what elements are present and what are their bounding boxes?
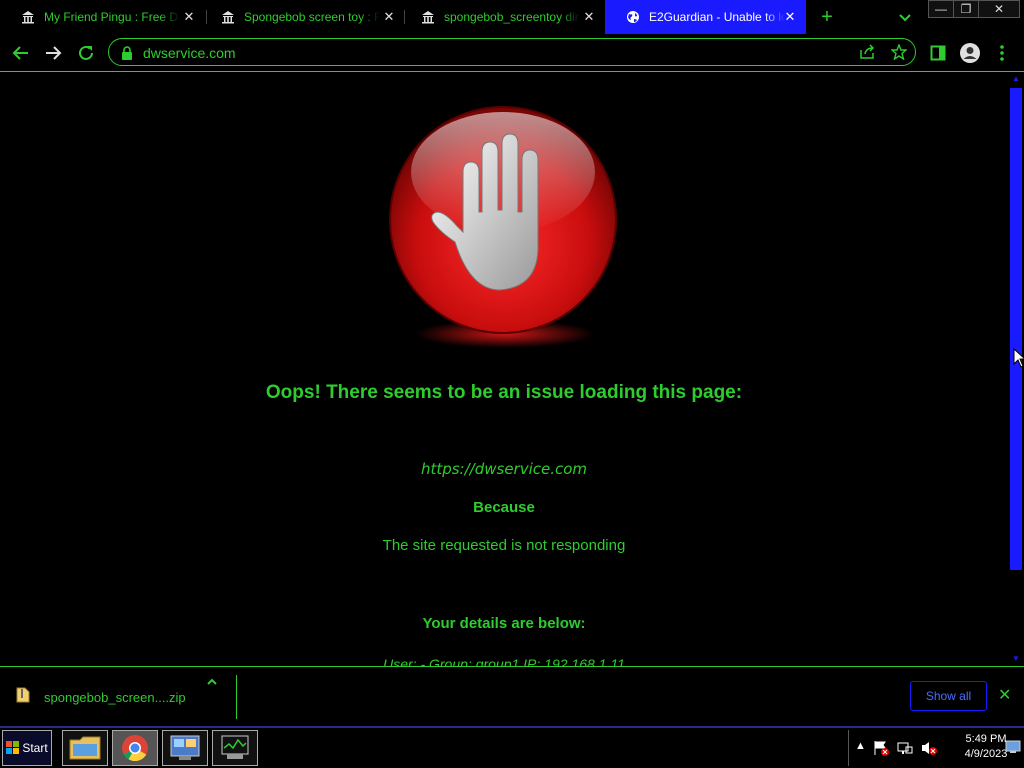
address-bar[interactable]: dwservice.com: [108, 38, 916, 66]
show-all-button[interactable]: Show all: [910, 681, 987, 711]
tab-e2guardian[interactable]: E2Guardian - Unable to lo ✕: [605, 0, 806, 34]
browser-window: My Friend Pingu : Free Do ✕ Spongebob sc…: [0, 0, 1024, 726]
restore-button[interactable]: ❐: [953, 0, 979, 18]
windows-logo-icon: [6, 741, 20, 754]
tab-spongebob-screentoy-dir[interactable]: spongebob_screentoy dir ✕: [400, 0, 605, 34]
system-tray: ▲ 5:49 PM 4/9/2023: [848, 730, 1024, 766]
tab-close-icon[interactable]: ✕: [581, 9, 597, 25]
chrome-taskbar-button[interactable]: [112, 730, 158, 766]
start-label: Start: [22, 741, 48, 755]
taskbar: Start ▲ 5:49 PM 4/9/2023: [0, 726, 1024, 768]
task-manager-icon: [221, 735, 249, 759]
tab-my-friend-pingu[interactable]: My Friend Pingu : Free Do ✕: [0, 0, 205, 34]
tab-title: spongebob_screentoy dir: [444, 10, 579, 24]
side-panel-icon[interactable]: [927, 42, 949, 64]
reload-icon[interactable]: [75, 42, 97, 64]
download-separator: [236, 675, 237, 719]
download-shelf: spongebob_screen....zip Show all ✕: [0, 666, 1024, 726]
action-center-flag-icon[interactable]: [873, 740, 889, 756]
vertical-scrollbar[interactable]: ▲ ▼: [1008, 72, 1024, 666]
control-panel-taskbar-button[interactable]: [162, 730, 208, 766]
forward-arrow-icon[interactable]: [42, 42, 64, 64]
share-icon[interactable]: [859, 44, 875, 65]
chrome-icon: [122, 735, 148, 762]
show-hidden-icons-icon[interactable]: ▲: [855, 740, 871, 756]
archive-icon: [220, 9, 236, 25]
back-arrow-icon[interactable]: [10, 42, 32, 64]
browser-toolbar: dwservice.com: [0, 34, 1024, 72]
close-window-button[interactable]: ✕: [978, 0, 1020, 18]
show-desktop-icon[interactable]: [1005, 740, 1021, 756]
task-manager-taskbar-button[interactable]: [212, 730, 258, 766]
tab-title: E2Guardian - Unable to lo: [649, 10, 785, 24]
tab-spongebob-screen-toy[interactable]: Spongebob screen toy : F ✕: [200, 0, 405, 34]
profile-avatar-icon[interactable]: [959, 42, 981, 64]
tab-close-icon[interactable]: ✕: [782, 9, 798, 25]
start-button[interactable]: Start: [2, 730, 52, 766]
user-details: User: - Group: group1 IP: 192.168.1.11: [383, 656, 625, 666]
because-label: Because: [473, 499, 535, 516]
download-item[interactable]: spongebob_screen....zip: [16, 681, 236, 713]
folder-icon: [69, 736, 101, 760]
minimize-button[interactable]: —: [928, 0, 954, 18]
stop-hand-icon: [385, 102, 625, 352]
tab-title: Spongebob screen toy : F: [244, 10, 380, 24]
scroll-down-arrow-icon[interactable]: ▼: [1012, 654, 1020, 663]
new-tab-button[interactable]: +: [816, 6, 838, 28]
menu-kebab-icon[interactable]: [991, 42, 1013, 64]
address-text: dwservice.com: [143, 45, 236, 61]
lock-icon[interactable]: [121, 46, 133, 65]
bookmark-star-icon[interactable]: [890, 43, 908, 65]
blocked-url: https://dwservice.com: [420, 460, 588, 478]
error-heading: Oops! There seems to be an issue loading…: [265, 382, 743, 403]
scroll-up-arrow-icon[interactable]: ▲: [1012, 74, 1020, 83]
globe-icon: [625, 9, 641, 25]
tab-close-icon[interactable]: ✕: [381, 9, 397, 25]
tab-title: My Friend Pingu : Free Do: [44, 10, 180, 24]
page-content: Oops! There seems to be an issue loading…: [0, 72, 1008, 666]
archive-icon: [20, 9, 36, 25]
tab-search-chevron-icon[interactable]: [895, 7, 915, 27]
scrollbar-thumb[interactable]: [1010, 88, 1022, 570]
tab-strip: My Friend Pingu : Free Do ✕ Spongebob sc…: [0, 0, 1024, 34]
zip-file-icon: [16, 687, 30, 708]
file-explorer-taskbar-button[interactable]: [62, 730, 108, 766]
details-heading: Your details are below:: [422, 615, 586, 632]
download-options-chevron-icon[interactable]: [205, 675, 219, 692]
network-icon[interactable]: [897, 740, 913, 756]
block-reason: The site requested is not responding: [382, 537, 626, 554]
volume-muted-icon[interactable]: [921, 740, 937, 756]
control-panel-icon: [170, 735, 200, 760]
close-download-bar-icon[interactable]: ✕: [998, 685, 1011, 705]
mouse-cursor-icon: [1013, 348, 1024, 368]
download-filename: spongebob_screen....zip: [44, 689, 186, 705]
archive-icon: [420, 9, 436, 25]
tab-close-icon[interactable]: ✕: [181, 9, 197, 25]
